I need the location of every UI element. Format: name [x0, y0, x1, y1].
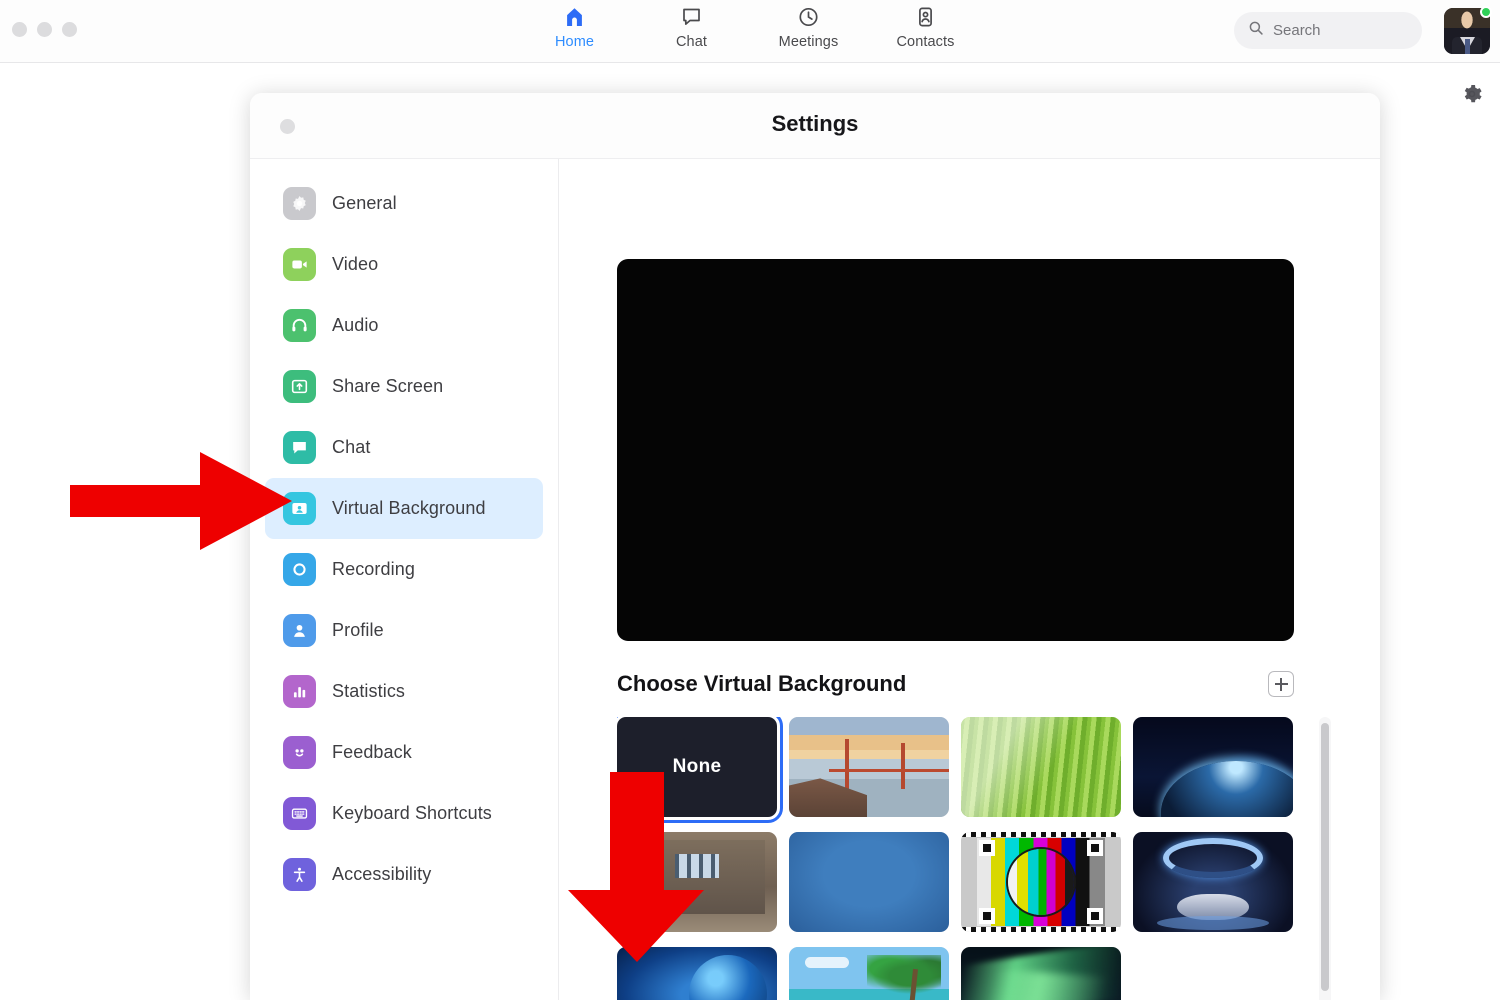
- sidebar-item-label: Profile: [332, 620, 384, 641]
- tab-chat-label: Chat: [676, 34, 707, 50]
- scrollbar-thumb[interactable]: [1321, 723, 1329, 991]
- record-circle-icon: [283, 553, 316, 586]
- sidebar-item-statistics[interactable]: Statistics: [265, 661, 543, 722]
- contact-card-icon: [914, 4, 938, 30]
- clock-icon: [797, 4, 821, 30]
- minimize-window-dot[interactable]: [37, 22, 52, 37]
- video-preview[interactable]: [617, 259, 1294, 641]
- section-title: Choose Virtual Background: [617, 671, 906, 697]
- chat-bubble-icon: [680, 4, 704, 30]
- choose-background-header: Choose Virtual Background: [617, 671, 1294, 697]
- background-thumb-none[interactable]: None: [617, 717, 777, 817]
- person-icon: [283, 614, 316, 647]
- background-thumb-test-card[interactable]: [961, 832, 1121, 932]
- add-background-button[interactable]: [1268, 671, 1294, 697]
- bar-chart-icon: [283, 675, 316, 708]
- gear-icon: [283, 187, 316, 220]
- tab-chat[interactable]: Chat: [655, 4, 729, 50]
- background-thumb-blue[interactable]: [789, 832, 949, 932]
- sidebar-item-label: Keyboard Shortcuts: [332, 803, 492, 824]
- gear-icon: [1461, 83, 1483, 110]
- sidebar-item-label: Feedback: [332, 742, 412, 763]
- background-thumb-bridge[interactable]: [789, 717, 949, 817]
- sidebar-item-feedback[interactable]: Feedback: [265, 722, 543, 783]
- search-icon: [1248, 20, 1264, 41]
- share-screen-icon: [283, 370, 316, 403]
- tab-home[interactable]: Home: [538, 4, 612, 50]
- tab-contacts-label: Contacts: [896, 34, 954, 50]
- status-badge: [1480, 6, 1492, 18]
- sidebar-item-label: Share Screen: [332, 376, 443, 397]
- background-thumb-label: None: [673, 756, 722, 778]
- sidebar-item-label: Accessibility: [332, 864, 431, 885]
- background-thumb-aurora[interactable]: [961, 947, 1121, 1000]
- sidebar-item-label: General: [332, 193, 397, 214]
- background-thumb-beach[interactable]: [789, 947, 949, 1000]
- top-navigation-bar: Home Chat Meetings: [0, 0, 1500, 63]
- sidebar-item-profile[interactable]: Profile: [265, 600, 543, 661]
- sidebar-item-label: Virtual Background: [332, 498, 486, 519]
- sidebar-item-label: Video: [332, 254, 378, 275]
- sidebar-item-audio[interactable]: Audio: [265, 295, 543, 356]
- background-thumb-space[interactable]: [1133, 717, 1293, 817]
- search-placeholder: Search: [1273, 22, 1321, 39]
- virtual-bg-icon: [283, 492, 316, 525]
- window-traffic-lights: [12, 22, 77, 37]
- sidebar-item-accessibility[interactable]: Accessibility: [265, 844, 543, 905]
- close-window-dot[interactable]: [12, 22, 27, 37]
- sidebar-item-label: Chat: [332, 437, 370, 458]
- maximize-window-dot[interactable]: [62, 22, 77, 37]
- sidebar-item-general[interactable]: General: [265, 173, 543, 234]
- search-input[interactable]: Search: [1234, 12, 1422, 49]
- settings-titlebar: Settings: [250, 93, 1380, 159]
- settings-dialog: Settings General Video: [250, 93, 1380, 1000]
- keyboard-icon: [283, 797, 316, 830]
- smiley-face-icon: [283, 736, 316, 769]
- sidebar-item-chat[interactable]: Chat: [265, 417, 543, 478]
- sidebar-item-keyboard-shortcuts[interactable]: Keyboard Shortcuts: [265, 783, 543, 844]
- background-thumb-studio[interactable]: [1133, 832, 1293, 932]
- sidebar-item-share-screen[interactable]: Share Screen: [265, 356, 543, 417]
- home-icon: [563, 4, 587, 30]
- sidebar-item-video[interactable]: Video: [265, 234, 543, 295]
- settings-gear-button[interactable]: [1456, 80, 1488, 112]
- headphones-icon: [283, 309, 316, 342]
- avatar[interactable]: [1444, 8, 1490, 54]
- zoom-app-window: Home Chat Meetings: [0, 0, 1500, 1000]
- main-tabs: Home Chat Meetings: [538, 4, 963, 50]
- background-thumb-news[interactable]: TG5: [617, 947, 777, 1000]
- tab-meetings[interactable]: Meetings: [772, 4, 846, 50]
- background-thumb-grass[interactable]: [961, 717, 1121, 817]
- sidebar-item-label: Statistics: [332, 681, 405, 702]
- sidebar-item-label: Audio: [332, 315, 379, 336]
- background-thumbnail-grid: None: [617, 717, 1317, 1000]
- settings-sidebar: General Video: [250, 159, 559, 1000]
- chat-bubble-icon: [283, 431, 316, 464]
- sidebar-item-recording[interactable]: Recording: [265, 539, 543, 600]
- sidebar-item-label: Recording: [332, 559, 415, 580]
- virtual-background-panel: Choose Virtual Background None: [559, 159, 1380, 1000]
- background-thumb-prison-cell[interactable]: [617, 832, 777, 932]
- tab-contacts[interactable]: Contacts: [889, 4, 963, 50]
- thumbnail-scrollbar[interactable]: [1319, 717, 1331, 1000]
- accessibility-icon: [283, 858, 316, 891]
- page-title: Settings: [250, 111, 1380, 137]
- sidebar-item-virtual-background[interactable]: Virtual Background: [265, 478, 543, 539]
- video-camera-icon: [283, 248, 316, 281]
- tab-meetings-label: Meetings: [779, 34, 839, 50]
- tab-home-label: Home: [555, 34, 594, 50]
